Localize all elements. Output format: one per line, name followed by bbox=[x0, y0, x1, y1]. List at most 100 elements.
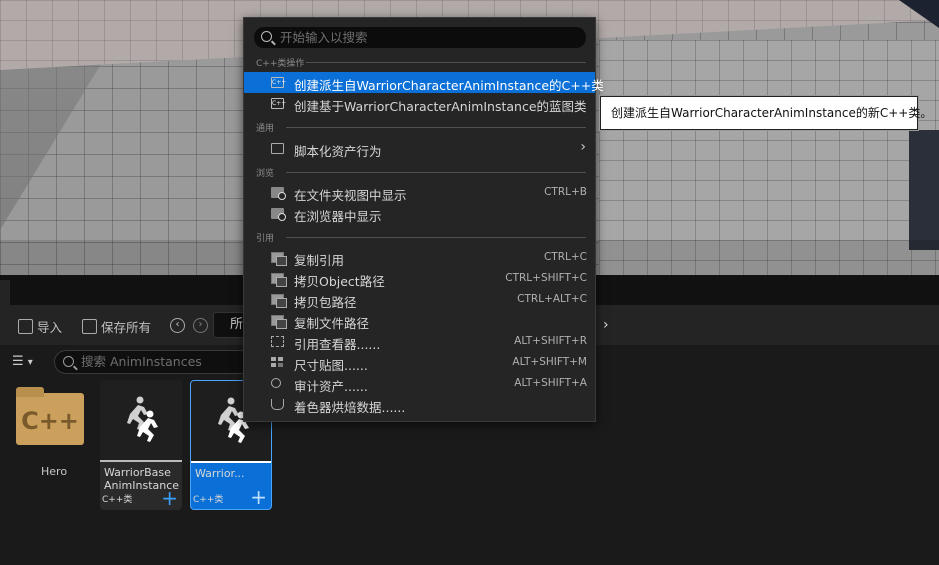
menu-item-shortcut: ALT+SHIFT+R bbox=[514, 335, 587, 347]
filter-button[interactable]: ☰ ▾ bbox=[12, 354, 46, 370]
menu-item-show-in-browser[interactable]: 在浏览器中显示 bbox=[244, 203, 595, 224]
forward-arrow-icon: › bbox=[198, 319, 203, 330]
import-button[interactable]: 导入 bbox=[18, 317, 62, 335]
folder-tile-hero[interactable]: C++ Hero bbox=[12, 387, 92, 499]
save-icon bbox=[82, 318, 97, 334]
menu-item-create-blueprint-class[interactable]: C++ 创建基于WarriorCharacterAnimInstance的蓝图类 bbox=[244, 93, 595, 114]
menu-item-show-in-folder-view[interactable]: 在文件夹视图中显示 CTRL+B bbox=[244, 182, 595, 203]
cpp-class-icon: C++ bbox=[271, 77, 287, 88]
viewport-dark-edge bbox=[909, 130, 939, 250]
section-divider bbox=[286, 172, 586, 173]
folder-cpp-label: C++ bbox=[21, 407, 79, 435]
anim-instance-icon bbox=[127, 396, 158, 442]
section-divider bbox=[286, 237, 586, 238]
asset-type-label: C++类 bbox=[193, 495, 224, 505]
size-map-icon bbox=[271, 357, 284, 368]
asset-name-line1: WarriorBase bbox=[104, 466, 171, 479]
menu-item-copy-package-path[interactable]: 拷贝包路径 CTRL+ALT+C bbox=[244, 289, 595, 310]
import-label: 导入 bbox=[37, 319, 63, 335]
menu-item-shortcut: CTRL+ALT+C bbox=[517, 293, 587, 305]
menu-item-copy-file-path[interactable]: 复制文件路径 bbox=[244, 310, 595, 331]
asset-search-input[interactable]: 搜索 AnimInstances bbox=[54, 350, 254, 374]
add-plus-icon: + bbox=[250, 485, 267, 509]
back-button[interactable]: ‹ bbox=[170, 318, 185, 333]
asset-type-bar bbox=[191, 461, 271, 463]
back-arrow-icon: ‹ bbox=[175, 319, 180, 330]
menu-item-copy-object-path[interactable]: 拷贝Object路径 CTRL+SHIFT+C bbox=[244, 268, 595, 289]
asset-tile-warriorbase[interactable]: WarriorBase AnimInstance C++类 + bbox=[100, 380, 182, 510]
copy-file-path-icon bbox=[271, 315, 287, 329]
forward-button[interactable]: › bbox=[193, 318, 208, 333]
audit-icon bbox=[271, 378, 281, 388]
section-cpp-label: C++类操作 bbox=[256, 59, 305, 69]
path-text: 所 bbox=[230, 317, 244, 332]
path-chevron-icon[interactable]: › bbox=[603, 317, 609, 333]
tooltip-text: 创建派生自WarriorCharacterAnimInstance的新C++类。 bbox=[611, 106, 933, 120]
menu-item-shortcut: CTRL+C bbox=[543, 251, 587, 263]
menu-item-label: 创建基于WarriorCharacterAnimInstance的蓝图类 bbox=[294, 99, 587, 114]
asset-type-label: C++类 bbox=[102, 495, 133, 505]
copy-reference-icon bbox=[271, 252, 287, 266]
section-header-cpp: C++类操作 bbox=[256, 56, 586, 69]
menu-item-copy-reference[interactable]: 复制引用 CTRL+C bbox=[244, 247, 595, 268]
save-all-label: 保存所有 bbox=[101, 319, 152, 335]
chevron-down-icon: ▾ bbox=[27, 357, 33, 368]
menu-item-label: 拷贝包路径 bbox=[294, 295, 357, 310]
menu-item-label: 引用查看器...... bbox=[294, 337, 381, 352]
menu-item-label: 复制引用 bbox=[294, 253, 345, 268]
save-all-button[interactable]: 保存所有 bbox=[82, 317, 151, 335]
section-divider bbox=[306, 62, 586, 63]
menu-item-shortcut: ALT+SHIFT+A bbox=[514, 377, 587, 389]
menu-item-shortcut: CTRL+B bbox=[544, 186, 587, 198]
add-plus-icon: + bbox=[161, 486, 178, 510]
section-browse-label: 浏览 bbox=[256, 169, 275, 179]
menu-item-label: 在文件夹视图中显示 bbox=[294, 188, 407, 203]
menu-search-input[interactable]: 开始输入以搜索 bbox=[254, 27, 586, 48]
section-common-label: 通用 bbox=[256, 124, 275, 134]
menu-item-label: 复制文件路径 bbox=[294, 316, 370, 331]
menu-item-label: 脚本化资产行为 bbox=[294, 144, 382, 159]
menu-item-size-map[interactable]: 尺寸贴图...... ALT+SHIFT+M bbox=[244, 352, 595, 373]
folder-view-icon bbox=[271, 187, 286, 200]
browser-icon bbox=[271, 208, 286, 221]
filter-icon: ☰ bbox=[12, 354, 24, 369]
section-reference-label: 引用 bbox=[256, 234, 275, 244]
asset-search-placeholder: 搜索 AnimInstances bbox=[81, 354, 202, 369]
folder-name: Hero bbox=[41, 465, 68, 478]
tooltip: 创建派生自WarriorCharacterAnimInstance的新C++类。 bbox=[600, 96, 932, 130]
asset-type-bar bbox=[100, 460, 182, 462]
copy-object-path-icon bbox=[271, 273, 287, 287]
menu-item-reference-viewer[interactable]: 引用查看器...... ALT+SHIFT+R bbox=[244, 331, 595, 352]
section-header-browse: 浏览 bbox=[256, 166, 586, 179]
asset-name-line1: Warrior... bbox=[195, 467, 245, 480]
menu-search-placeholder: 开始输入以搜索 bbox=[280, 30, 368, 45]
blueprint-class-icon: C++ bbox=[271, 98, 287, 109]
import-icon bbox=[18, 318, 33, 334]
menu-item-label: 尺寸贴图...... bbox=[294, 358, 368, 373]
context-menu: 开始输入以搜索 C++类操作 C++ 创建派生自WarriorCharacter… bbox=[243, 17, 604, 422]
menu-item-create-cpp-class[interactable]: C++ 创建派生自WarriorCharacterAnimInstance的C+… bbox=[244, 72, 604, 93]
copy-package-path-icon bbox=[271, 294, 287, 308]
menu-item-label: 着色器烘焙数据...... bbox=[294, 400, 406, 415]
search-icon bbox=[261, 31, 272, 42]
menu-item-audit-assets[interactable]: 审计资产...... ALT+SHIFT+A bbox=[244, 373, 595, 394]
search-icon bbox=[63, 356, 74, 367]
menu-item-label: 创建派生自WarriorCharacterAnimInstance的C++类 bbox=[294, 78, 604, 93]
menu-item-shader-cook-data[interactable]: 着色器烘焙数据...... bbox=[244, 394, 595, 415]
submenu-arrow-icon: › bbox=[580, 139, 586, 155]
menu-item-scripted-asset-actions[interactable]: 脚本化资产行为 › bbox=[244, 138, 595, 159]
menu-item-shortcut: ALT+SHIFT+M bbox=[512, 356, 587, 368]
menu-item-shortcut: CTRL+SHIFT+C bbox=[505, 272, 587, 284]
section-header-reference: 引用 bbox=[256, 231, 586, 244]
content-browser-tab[interactable] bbox=[0, 280, 10, 305]
reference-viewer-icon bbox=[271, 336, 284, 347]
asset-thumbnail bbox=[100, 380, 182, 460]
menu-item-label: 在浏览器中显示 bbox=[294, 209, 382, 224]
script-icon bbox=[271, 143, 284, 154]
shader-cook-icon bbox=[271, 399, 284, 410]
editor-window: 导入 保存所有 ‹ › 所 › ☰ ▾ 搜索 AnimInstances C++… bbox=[0, 0, 939, 565]
section-header-common: 通用 bbox=[256, 121, 586, 134]
menu-item-label: 拷贝Object路径 bbox=[294, 274, 385, 289]
section-divider bbox=[286, 127, 586, 128]
menu-item-label: 审计资产...... bbox=[294, 379, 368, 394]
